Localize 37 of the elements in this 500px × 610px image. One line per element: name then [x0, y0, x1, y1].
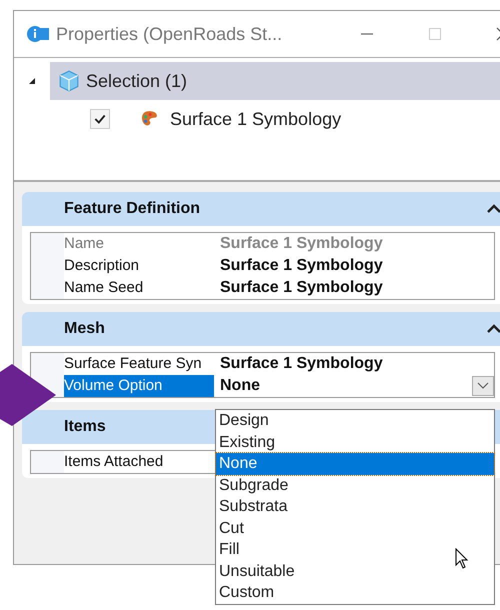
checkbox[interactable] — [90, 109, 110, 129]
property-label[interactable]: Volume Option — [64, 375, 214, 397]
property-value: None — [220, 377, 261, 395]
cube-icon — [58, 70, 80, 92]
dropdown-option[interactable]: Custom — [216, 582, 494, 604]
palette-icon — [140, 110, 158, 128]
property-value: Surface 1 Symbology — [220, 279, 384, 297]
collapse-chevron-icon[interactable] — [487, 204, 500, 214]
expand-arrow-icon[interactable] — [28, 77, 36, 85]
property-label[interactable]: Items Attached — [64, 451, 214, 473]
dropdown-option[interactable]: Cut — [216, 518, 494, 539]
dropdown-option[interactable]: Fill — [216, 539, 494, 560]
tree-item[interactable]: Surface 1 Symbology — [170, 108, 342, 130]
property-value: Surface 1 Symbology — [220, 257, 384, 275]
section-title: Mesh — [64, 320, 105, 338]
dropdown-option[interactable]: Substrata — [216, 496, 494, 518]
dropdown-option[interactable]: None — [216, 453, 494, 474]
dropdown-option[interactable]: Design — [216, 410, 494, 432]
collapse-chevron-icon[interactable] — [487, 324, 500, 334]
property-value: Surface 1 Symbology — [220, 235, 384, 253]
dropdown-option[interactable]: Existing — [216, 432, 494, 453]
check-icon — [93, 112, 107, 126]
mouse-cursor-icon — [455, 548, 469, 570]
chevron-down-icon — [477, 382, 489, 390]
callout-arrow — [0, 364, 56, 426]
dropdown-button[interactable] — [472, 376, 494, 396]
dropdown-option[interactable]: Subgrade — [216, 474, 494, 496]
window-title: Properties (OpenRoads St... — [56, 24, 284, 44]
property-label[interactable]: Name Seed — [64, 277, 214, 299]
property-label[interactable]: Description — [64, 255, 214, 277]
info-icon — [26, 25, 50, 43]
dropdown-option[interactable]: Unsuitable — [216, 560, 494, 582]
property-label[interactable]: Surface Feature Syn — [64, 353, 214, 375]
tree-item[interactable]: Selection (1) — [50, 62, 500, 100]
section-title: Items — [64, 418, 106, 436]
section-title: Feature Definition — [64, 200, 200, 218]
property-value: Surface 1 Symbology — [220, 355, 384, 373]
